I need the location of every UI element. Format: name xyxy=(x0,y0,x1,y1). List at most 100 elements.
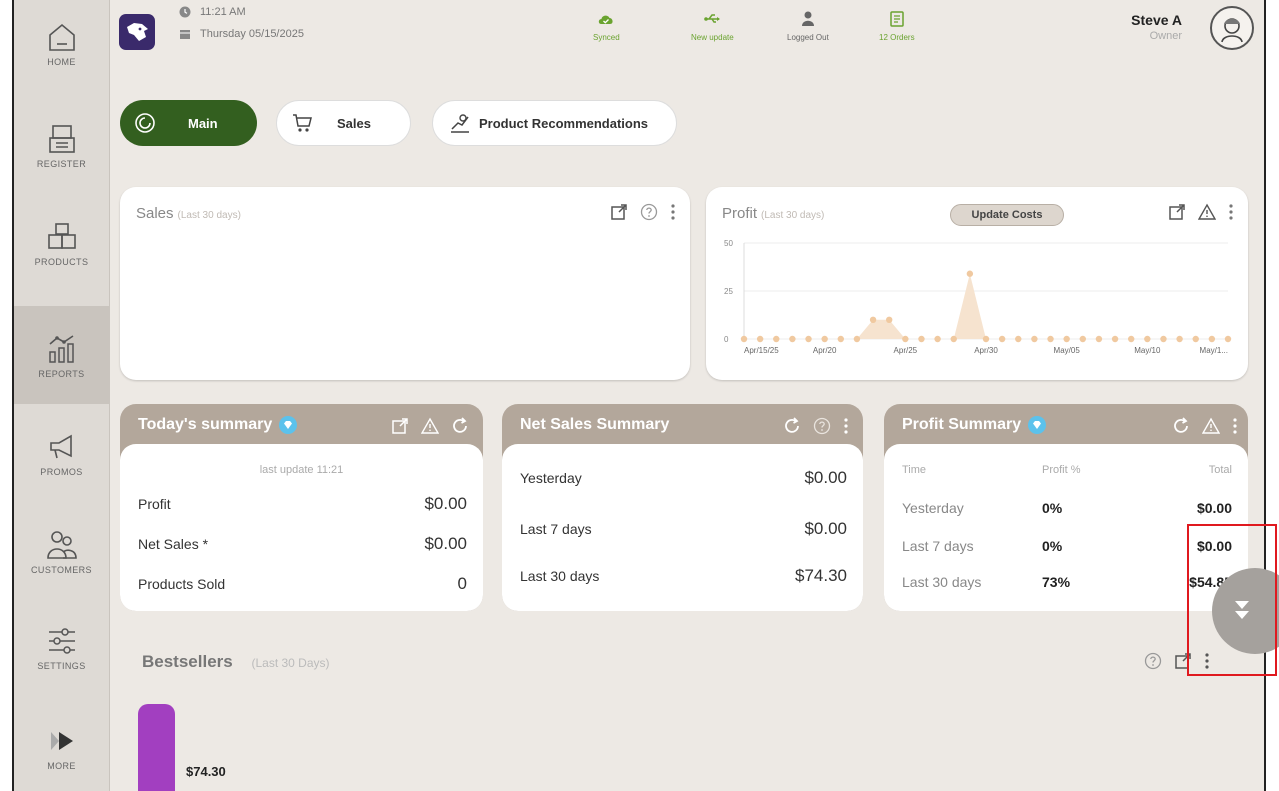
help-icon[interactable] xyxy=(640,203,658,221)
chart-point[interactable] xyxy=(1095,335,1103,343)
chart-point[interactable] xyxy=(740,335,748,343)
sidebar-item-register[interactable]: REGISTER xyxy=(14,102,109,188)
row-label: Net Sales * xyxy=(138,536,209,552)
open-external-icon[interactable] xyxy=(391,417,409,435)
chart-point[interactable] xyxy=(1031,335,1038,343)
chart-point[interactable] xyxy=(1208,335,1216,343)
chart-point[interactable] xyxy=(1128,335,1135,343)
user-icon xyxy=(801,11,814,26)
update-costs-button[interactable]: Update Costs xyxy=(950,204,1064,226)
sidebar-item-settings[interactable]: SETTINGS xyxy=(14,604,109,690)
open-external-icon[interactable] xyxy=(1168,203,1186,221)
play-icon xyxy=(50,731,73,750)
chart-point[interactable] xyxy=(918,335,925,343)
row-label: Yesterday xyxy=(520,470,582,486)
chart-point[interactable] xyxy=(1160,335,1167,343)
chart-point[interactable] xyxy=(982,335,990,343)
highlight-box xyxy=(1187,524,1277,676)
tab-sales[interactable]: Sales xyxy=(276,100,411,146)
row-value: $0.00 xyxy=(424,534,467,553)
refresh-icon[interactable] xyxy=(451,417,469,435)
status-new-update[interactable]: New update xyxy=(691,10,734,42)
sidebar-item-products[interactable]: PRODUCTS xyxy=(14,200,109,286)
sidebar-label: CUSTOMERS xyxy=(31,564,92,575)
row-value: $74.30 xyxy=(795,566,847,585)
row-value: $0.00 xyxy=(804,519,847,538)
warning-icon[interactable] xyxy=(421,417,439,435)
tab-product-recommendations[interactable]: Product Recommendations xyxy=(432,100,677,146)
chart-point[interactable] xyxy=(853,335,861,343)
chart-point[interactable] xyxy=(1015,335,1022,343)
summary-row-net-sales: Net Sales * $0.00 xyxy=(138,534,467,554)
chart-point[interactable] xyxy=(869,316,877,323)
sidebar-label: REGISTER xyxy=(36,158,87,169)
profit-subtitle: (Last 30 days) xyxy=(761,210,825,221)
chart-area xyxy=(744,273,1228,339)
todays-summary-body: last update 11:21 Profit $0.00 Net Sales … xyxy=(120,444,483,611)
chart-point[interactable] xyxy=(1224,335,1232,343)
chart-point[interactable] xyxy=(773,335,780,343)
profit-title: Profit xyxy=(722,205,758,222)
chart-point[interactable] xyxy=(886,316,893,323)
help-icon[interactable] xyxy=(813,417,831,435)
chart-point[interactable] xyxy=(837,335,844,343)
chart-point[interactable] xyxy=(821,335,828,343)
more-vert-icon[interactable] xyxy=(1232,417,1238,435)
chart-ytick-label: 0 xyxy=(724,335,729,344)
row-label: Products Sold xyxy=(138,576,226,592)
current-date: Thursday 05/15/2025 xyxy=(200,28,304,40)
sidebar-label: HOME xyxy=(47,56,76,67)
sidebar-item-reports[interactable]: REPORTS xyxy=(14,306,109,404)
open-external-icon[interactable] xyxy=(610,203,628,221)
diamond-icon xyxy=(279,416,298,434)
sidebar-item-promos[interactable]: PROMOS xyxy=(14,410,109,496)
status-logged-out[interactable]: Logged Out xyxy=(787,10,829,42)
user-info[interactable]: Steve A Owner xyxy=(1131,12,1182,42)
warning-icon[interactable] xyxy=(1198,203,1216,221)
chart-point[interactable] xyxy=(1111,335,1119,343)
net-sales-row-30days: Last 30 days $74.30 xyxy=(520,566,847,586)
chart-point[interactable] xyxy=(1063,335,1070,343)
refresh-icon[interactable] xyxy=(783,417,801,435)
chart-point[interactable] xyxy=(966,270,974,277)
refresh-icon[interactable] xyxy=(1172,417,1190,435)
warning-icon[interactable] xyxy=(1202,417,1220,435)
chart-point[interactable] xyxy=(805,335,812,343)
chart-point[interactable] xyxy=(902,335,909,343)
chart-point[interactable] xyxy=(1176,335,1183,343)
sales-subtitle: (Last 30 days) xyxy=(177,210,241,221)
home-icon xyxy=(48,23,75,51)
todays-summary-header: Today's summary xyxy=(138,416,298,434)
chart-point[interactable] xyxy=(756,335,764,343)
chart-point[interactable] xyxy=(934,335,941,343)
chart-point[interactable] xyxy=(1047,335,1054,343)
chart-point[interactable] xyxy=(789,335,796,343)
chart-point[interactable] xyxy=(998,335,1006,343)
chart-point[interactable] xyxy=(1192,335,1199,343)
sidebar-item-customers[interactable]: CUSTOMERS xyxy=(14,508,109,594)
bestseller-bar[interactable] xyxy=(138,704,175,791)
recommend-icon xyxy=(451,114,469,133)
chart-point[interactable] xyxy=(950,335,957,343)
status-label: Synced xyxy=(593,33,620,42)
sidebar-item-home[interactable]: HOME xyxy=(14,0,109,86)
status-synced[interactable]: Synced xyxy=(593,10,620,42)
avatar[interactable] xyxy=(1210,6,1254,50)
help-icon[interactable] xyxy=(1144,652,1162,670)
diamond-icon xyxy=(1028,416,1047,434)
net-sales-actions xyxy=(783,417,849,435)
more-vert-icon[interactable] xyxy=(1228,203,1234,221)
row-pct: 73% xyxy=(1042,574,1071,590)
net-sales-header: Net Sales Summary xyxy=(520,416,669,434)
todays-summary-actions xyxy=(391,417,469,435)
status-orders[interactable]: 12 Orders xyxy=(879,10,915,42)
chart-point[interactable] xyxy=(1079,335,1086,343)
more-vert-icon[interactable] xyxy=(843,417,849,435)
orders-icon xyxy=(890,11,904,27)
sidebar-item-more[interactable]: MORE xyxy=(14,704,109,790)
chart-point[interactable] xyxy=(1144,335,1151,343)
tab-main[interactable]: Main xyxy=(120,100,257,146)
more-vert-icon[interactable] xyxy=(670,203,676,221)
col-time: Time xyxy=(902,464,927,476)
cloud-check-icon xyxy=(599,15,613,24)
